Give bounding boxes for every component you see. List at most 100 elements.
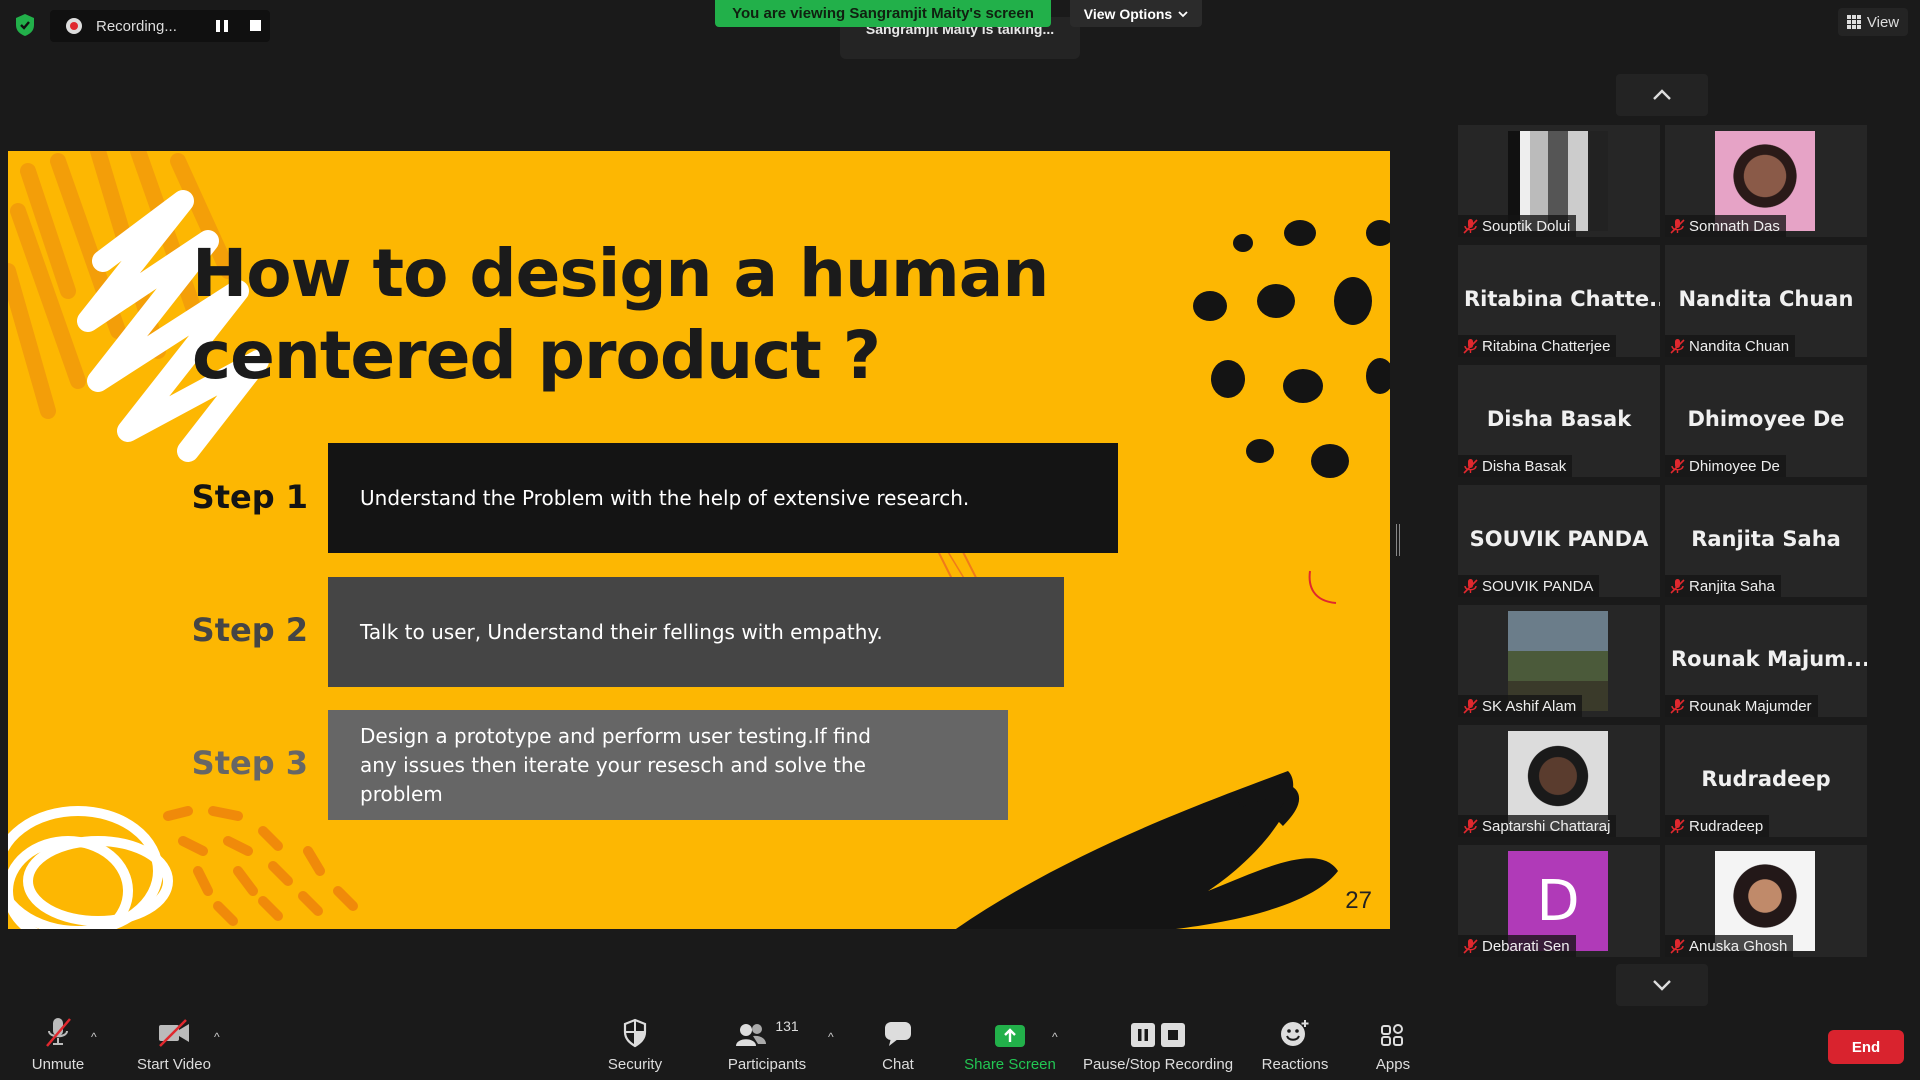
participant-tile[interactable]: Ranjita Saha Ranjita Saha	[1665, 485, 1867, 597]
participant-tile[interactable]: SOUVIK PANDA SOUVIK PANDA	[1458, 485, 1660, 597]
slide-title-line2: centered product ?	[192, 317, 881, 394]
security-button[interactable]: Security	[598, 1012, 672, 1073]
apps-icon	[1381, 1024, 1403, 1046]
participant-name-label: Anuska Ghosh	[1665, 935, 1794, 957]
participant-tile[interactable]: Saptarshi Chattaraj	[1458, 725, 1660, 837]
participant-name: Dhimoyee De	[1689, 457, 1780, 475]
participants-icon	[736, 1024, 767, 1046]
participant-count: 131	[775, 1018, 799, 1034]
participant-name-label: Rudradeep	[1665, 815, 1770, 837]
record-dot-icon	[66, 18, 82, 34]
gallery-scroll-down-button[interactable]	[1616, 964, 1708, 1006]
participant-display-name: Rudradeep	[1701, 767, 1831, 791]
participants-options-caret[interactable]: ^	[828, 1030, 834, 1044]
chat-button[interactable]: Chat	[868, 1012, 928, 1073]
viewing-screen-banner: You are viewing Sangramjit Maity's scree…	[715, 0, 1051, 27]
share-screen-button[interactable]: Share Screen	[960, 1012, 1060, 1073]
participant-tile[interactable]: Somnath Das	[1665, 125, 1867, 237]
chat-bubble-icon	[885, 1022, 911, 1046]
view-button[interactable]: View	[1838, 8, 1908, 36]
participant-name: Debarati Sen	[1482, 937, 1570, 955]
participant-tile[interactable]: Anuska Ghosh	[1665, 845, 1867, 957]
apps-button[interactable]: Apps	[1370, 1012, 1416, 1073]
video-camera-off-icon	[159, 1019, 189, 1047]
mic-muted-icon	[1462, 698, 1478, 714]
stop-icon	[1161, 1023, 1185, 1047]
participant-name: SK Ashif Alam	[1482, 697, 1577, 715]
participants-button[interactable]: 131 Participants	[722, 1012, 812, 1073]
participant-tile[interactable]: Disha Basak Disha Basak	[1458, 365, 1660, 477]
reactions-button[interactable]: Reactions	[1255, 1012, 1335, 1073]
mic-muted-icon	[1462, 938, 1478, 954]
participant-name-label: Ritabina Chatterjee	[1458, 335, 1617, 357]
step-1-label: Step 1	[191, 478, 308, 516]
chat-label: Chat	[882, 1056, 914, 1073]
security-label: Security	[607, 1056, 663, 1073]
pause-recording-icon[interactable]	[216, 20, 228, 32]
step-3-label: Step 3	[191, 744, 308, 782]
start-video-button[interactable]: Start Video	[130, 1012, 218, 1073]
slide-title: How to design a human centered product ?	[192, 233, 1092, 397]
shared-screen-slide: How to design a human centered product ?…	[8, 151, 1390, 929]
participant-name: Nandita Chuan	[1689, 337, 1790, 355]
participant-name-label: Dhimoyee De	[1665, 455, 1786, 477]
participant-display-name: Rounak Majum...	[1671, 647, 1867, 671]
participant-tile[interactable]: Ritabina Chatte... Ritabina Chatterjee	[1458, 245, 1660, 357]
participant-tile[interactable]: Rounak Majum... Rounak Majumder	[1665, 605, 1867, 717]
participant-name: Saptarshi Chattaraj	[1482, 817, 1611, 835]
participant-name-label: Somnath Das	[1665, 215, 1786, 237]
mic-muted-icon	[1669, 938, 1685, 954]
participant-display-name: Nandita Chuan	[1678, 287, 1854, 311]
mic-muted-icon	[1462, 218, 1478, 234]
share-options-caret[interactable]: ^	[1052, 1030, 1058, 1044]
view-options-button[interactable]: View Options	[1070, 0, 1202, 27]
reactions-label: Reactions	[1261, 1056, 1329, 1073]
participant-name: Rudradeep	[1689, 817, 1764, 835]
grid-icon	[1846, 15, 1861, 29]
participant-name-label: Rounak Majumder	[1665, 695, 1818, 717]
participant-tile[interactable]: Nandita Chuan Nandita Chuan	[1665, 245, 1867, 357]
mic-muted-icon	[1462, 818, 1478, 834]
participant-name-label: Ranjita Saha	[1665, 575, 1781, 597]
security-shield-icon	[623, 1018, 647, 1048]
mic-muted-icon	[1669, 338, 1685, 354]
participant-name-label: Saptarshi Chattaraj	[1458, 815, 1617, 837]
chevron-down-icon	[1653, 980, 1671, 991]
participant-display-name: Dhimoyee De	[1687, 407, 1845, 431]
audio-options-caret[interactable]: ^	[91, 1030, 97, 1044]
participant-tile[interactable]: SK Ashif Alam	[1458, 605, 1660, 717]
gallery-scroll-up-button[interactable]	[1616, 74, 1708, 116]
pause-stop-recording-button[interactable]: Pause/Stop Recording	[1080, 1012, 1236, 1073]
unmute-button[interactable]: Unmute	[22, 1012, 94, 1073]
mic-muted-icon	[1669, 218, 1685, 234]
mic-muted-icon	[1462, 578, 1478, 594]
participant-tile[interactable]: Souptik Dolui	[1458, 125, 1660, 237]
split-resize-handle[interactable]	[1396, 524, 1400, 556]
video-options-caret[interactable]: ^	[214, 1030, 220, 1044]
participant-name-label: Debarati Sen	[1458, 935, 1576, 957]
participant-tile[interactable]: D Debarati Sen	[1458, 845, 1660, 957]
end-meeting-button[interactable]: End	[1828, 1030, 1904, 1064]
stop-recording-icon[interactable]	[250, 20, 261, 31]
participant-name-label: Disha Basak	[1458, 455, 1573, 477]
participant-tile[interactable]: Dhimoyee De Dhimoyee De	[1665, 365, 1867, 477]
participant-name: Souptik Dolui	[1482, 217, 1571, 235]
share-screen-icon	[995, 1025, 1025, 1047]
step-3-text: Design a prototype and perform user test…	[360, 723, 871, 806]
slide-page-number: 27	[1345, 887, 1372, 914]
participant-name: Somnath Das	[1689, 217, 1780, 235]
share-screen-label: Share Screen	[964, 1056, 1056, 1073]
participant-name-label: Nandita Chuan	[1665, 335, 1796, 357]
unmute-label: Unmute	[31, 1056, 85, 1073]
mic-muted-icon	[1462, 338, 1478, 354]
recording-label: Recording...	[96, 17, 177, 35]
participant-display-name: Disha Basak	[1486, 407, 1632, 431]
step-2-box: Talk to user, Understand their fellings …	[328, 577, 1064, 687]
viewing-screen-text: You are viewing Sangramjit Maity's scree…	[732, 5, 1034, 22]
recording-indicator: Recording...	[50, 10, 270, 42]
security-shield-icon[interactable]	[12, 12, 38, 38]
chevron-down-icon	[1178, 10, 1188, 17]
participant-name: Ranjita Saha	[1689, 577, 1775, 595]
participant-tile[interactable]: Rudradeep Rudradeep	[1665, 725, 1867, 837]
participant-name: Ritabina Chatterjee	[1482, 337, 1611, 355]
